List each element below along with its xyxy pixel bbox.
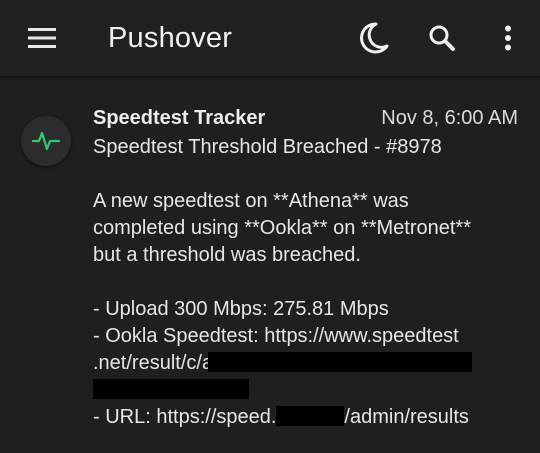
moon-icon [360,22,389,54]
speedtest-result-link[interactable]: - Ookla Speedtest: https://www.speedtest [93,325,459,347]
url-suffix: /admin/results [344,406,469,428]
body-line: - Upload 300 Mbps: 275.81 Mbps [93,298,389,320]
body-line: - URL: https://speed. /admin/results [93,404,533,431]
message-title: Speedtest Threshold Breached - #8978 [93,136,442,158]
message-sender: Speedtest Tracker [93,107,266,129]
redaction-block [207,352,472,372]
redaction-block [93,379,249,399]
body-line: - Ookla Speedtest: https://www.speedtest [93,323,533,350]
menu-icon [28,28,56,48]
menu-button[interactable] [20,18,64,58]
body-line: A new speedtest on **Athena** was [93,190,409,212]
message-timestamp: Nov 8, 6:00 AM [381,107,518,129]
more-vert-icon [505,25,511,51]
search-button[interactable] [420,16,464,60]
message-body: A new speedtest on **Athena** was comple… [93,188,533,431]
speedtest-result-link-cont[interactable]: .net/result/c/ [93,352,202,374]
body-line: but a threshold was breached. [93,244,361,266]
url-prefix: - URL: https://speed. [93,406,277,428]
app-title: Pushover [108,22,233,54]
redaction-block [276,406,345,426]
app-bar: Pushover [0,0,540,76]
app-avatar [21,116,71,166]
body-line [93,377,533,404]
body-line: .net/result/c/a [93,350,533,377]
body-line: completed using **Ookla** on **Metronet*… [93,217,471,239]
theme-toggle-button[interactable] [352,16,396,60]
activity-pulse-icon [32,131,60,151]
more-options-button[interactable] [486,16,530,60]
search-icon [429,25,455,51]
